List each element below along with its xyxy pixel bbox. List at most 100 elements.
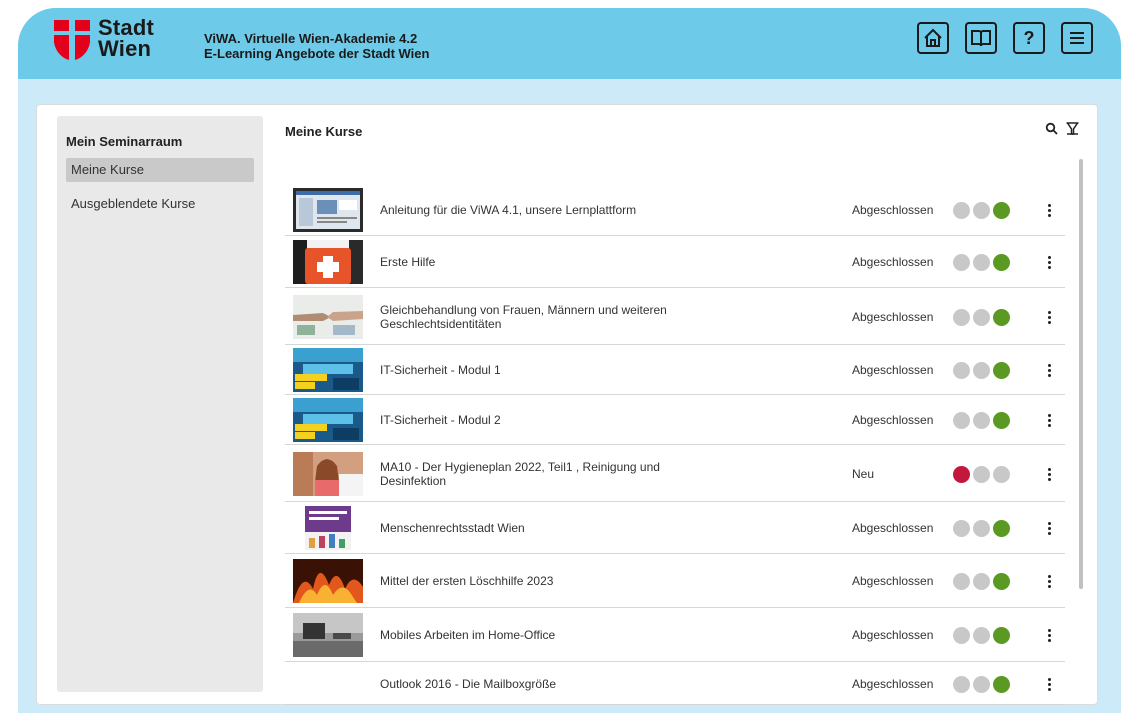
progress-dot-grey xyxy=(973,412,990,429)
app-title-line-2: E-Learning Angebote der Stadt Wien xyxy=(204,46,430,61)
progress-dot-grey xyxy=(973,520,990,537)
progress-dot-grey xyxy=(973,466,990,483)
more-options-icon[interactable] xyxy=(1045,414,1053,427)
course-title[interactable]: IT-Sicherheit - Modul 1 xyxy=(380,363,710,377)
course-status: Neu xyxy=(852,467,875,481)
progress-dot-grey xyxy=(993,466,1010,483)
sidebar-item-meine-kurse[interactable]: Meine Kurse xyxy=(66,158,254,182)
progress-dots xyxy=(953,309,1010,326)
more-options-icon[interactable] xyxy=(1045,204,1053,217)
app-title: ViWA. Virtuelle Wien-Akademie 4.2 E-Lear… xyxy=(204,31,429,61)
list-tools xyxy=(1045,122,1079,135)
course-title[interactable]: Gleichbehandlung von Frauen, Männern und… xyxy=(380,303,710,331)
progress-dot-green xyxy=(993,412,1010,429)
logo-text[interactable]: Stadt Wien xyxy=(98,15,154,60)
course-row[interactable]: IT-Sicherheit - Modul 1 Abgeschlossen xyxy=(285,345,1065,395)
course-thumbnail[interactable] xyxy=(293,295,363,339)
book-icon[interactable] xyxy=(965,22,997,54)
course-title[interactable]: Mittel der ersten Löschhilfe 2023 xyxy=(380,574,710,588)
course-title[interactable]: Mobiles Arbeiten im Home-Office xyxy=(380,628,710,642)
more-options-icon[interactable] xyxy=(1045,468,1053,481)
course-row[interactable]: Gleichbehandlung von Frauen, Männern und… xyxy=(285,288,1065,345)
progress-dot-grey xyxy=(953,676,970,693)
help-glyph: ? xyxy=(1023,27,1035,48)
course-title[interactable]: Outlook 2016 - Die Mailboxgröße xyxy=(380,677,710,691)
course-row[interactable]: IT-Sicherheit - Modul 2 Abgeschlossen xyxy=(285,395,1065,445)
progress-dots xyxy=(953,362,1010,379)
more-options-icon[interactable] xyxy=(1045,364,1053,377)
page-title: Meine Kurse xyxy=(285,124,363,139)
progress-dot-grey xyxy=(953,573,970,590)
progress-dot-grey xyxy=(973,202,990,219)
course-title[interactable]: Anleitung für die ViWA 4.1, unsere Lernp… xyxy=(380,203,710,217)
progress-dot-grey xyxy=(953,362,970,379)
course-row[interactable]: Anleitung für die ViWA 4.1, unsere Lernp… xyxy=(285,184,1065,236)
progress-dots xyxy=(953,627,1010,644)
progress-dot-grey xyxy=(953,254,970,271)
more-options-icon[interactable] xyxy=(1045,522,1053,535)
progress-dot-grey xyxy=(973,627,990,644)
course-status: Abgeschlossen xyxy=(852,521,934,535)
course-status: Abgeschlossen xyxy=(852,363,934,377)
course-row[interactable]: Outlook 2016 - Die Mailboxgröße Abgeschlo… xyxy=(285,662,1065,705)
course-row[interactable]: Erste Hilfe Abgeschlossen xyxy=(285,236,1065,288)
sidebar-title: Mein Seminarraum xyxy=(66,134,183,149)
progress-dot-grey xyxy=(953,520,970,537)
progress-dot-green xyxy=(993,202,1010,219)
course-thumbnail[interactable] xyxy=(293,188,363,232)
home-icon[interactable] xyxy=(917,22,949,54)
menu-icon[interactable] xyxy=(1061,22,1093,54)
progress-dots xyxy=(953,573,1010,590)
scrollbar[interactable] xyxy=(1079,159,1083,589)
progress-dot-grey xyxy=(973,362,990,379)
progress-dot-green xyxy=(993,573,1010,590)
more-options-icon[interactable] xyxy=(1045,256,1053,269)
course-list: Anleitung für die ViWA 4.1, unsere Lernp… xyxy=(285,184,1065,705)
more-options-icon[interactable] xyxy=(1045,311,1053,324)
progress-dot-red xyxy=(953,466,970,483)
progress-dots xyxy=(953,520,1010,537)
course-title[interactable]: IT-Sicherheit - Modul 2 xyxy=(380,413,710,427)
course-thumbnail[interactable] xyxy=(293,613,363,657)
course-thumbnail[interactable] xyxy=(293,348,363,392)
course-thumbnail[interactable] xyxy=(293,452,363,496)
course-title[interactable]: Erste Hilfe xyxy=(380,255,710,269)
help-icon[interactable]: ? xyxy=(1013,22,1045,54)
more-options-icon[interactable] xyxy=(1045,629,1053,642)
progress-dot-grey xyxy=(953,202,970,219)
sidebar-item-ausgeblendete-kurse[interactable]: Ausgeblendete Kurse xyxy=(66,192,254,216)
more-options-icon[interactable] xyxy=(1045,678,1053,691)
progress-dot-grey xyxy=(973,254,990,271)
progress-dot-grey xyxy=(973,573,990,590)
progress-dots xyxy=(953,676,1010,693)
search-icon[interactable] xyxy=(1045,122,1058,135)
course-thumbnail[interactable] xyxy=(293,506,363,550)
more-options-icon[interactable] xyxy=(1045,575,1053,588)
progress-dots xyxy=(953,466,1010,483)
progress-dots xyxy=(953,254,1010,271)
course-row[interactable]: Menschenrechtsstadt Wien Abgeschlossen xyxy=(285,502,1065,554)
course-status: Abgeschlossen xyxy=(852,677,934,691)
progress-dot-green xyxy=(993,362,1010,379)
content-panel: Mein Seminarraum Meine Kurse Ausgeblende… xyxy=(36,104,1098,705)
course-thumbnail[interactable] xyxy=(293,559,363,603)
course-thumbnail[interactable] xyxy=(293,398,363,442)
filter-icon[interactable] xyxy=(1066,122,1079,135)
course-title[interactable]: Menschenrechtsstadt Wien xyxy=(380,521,710,535)
progress-dot-green xyxy=(993,676,1010,693)
sidebar: Mein Seminarraum Meine Kurse Ausgeblende… xyxy=(57,116,263,692)
progress-dot-grey xyxy=(953,412,970,429)
course-status: Abgeschlossen xyxy=(852,255,934,269)
course-row[interactable]: MA10 - Der Hygieneplan 2022, Teil1 , Rei… xyxy=(285,445,1065,502)
logo-line-1: Stadt xyxy=(98,15,154,40)
stadt-wien-logo-icon[interactable] xyxy=(54,20,90,60)
course-row[interactable]: Mobiles Arbeiten im Home-Office Abgeschlo… xyxy=(285,608,1065,662)
progress-dot-grey xyxy=(973,309,990,326)
progress-dot-green xyxy=(993,520,1010,537)
progress-dot-green xyxy=(993,627,1010,644)
progress-dot-green xyxy=(993,254,1010,271)
course-thumbnail[interactable] xyxy=(293,240,363,284)
app-title-line-1: ViWA. Virtuelle Wien-Akademie 4.2 xyxy=(204,31,418,46)
course-title[interactable]: MA10 - Der Hygieneplan 2022, Teil1 , Rei… xyxy=(380,460,710,488)
course-row[interactable]: Mittel der ersten Löschhilfe 2023 Abgesch… xyxy=(285,554,1065,608)
